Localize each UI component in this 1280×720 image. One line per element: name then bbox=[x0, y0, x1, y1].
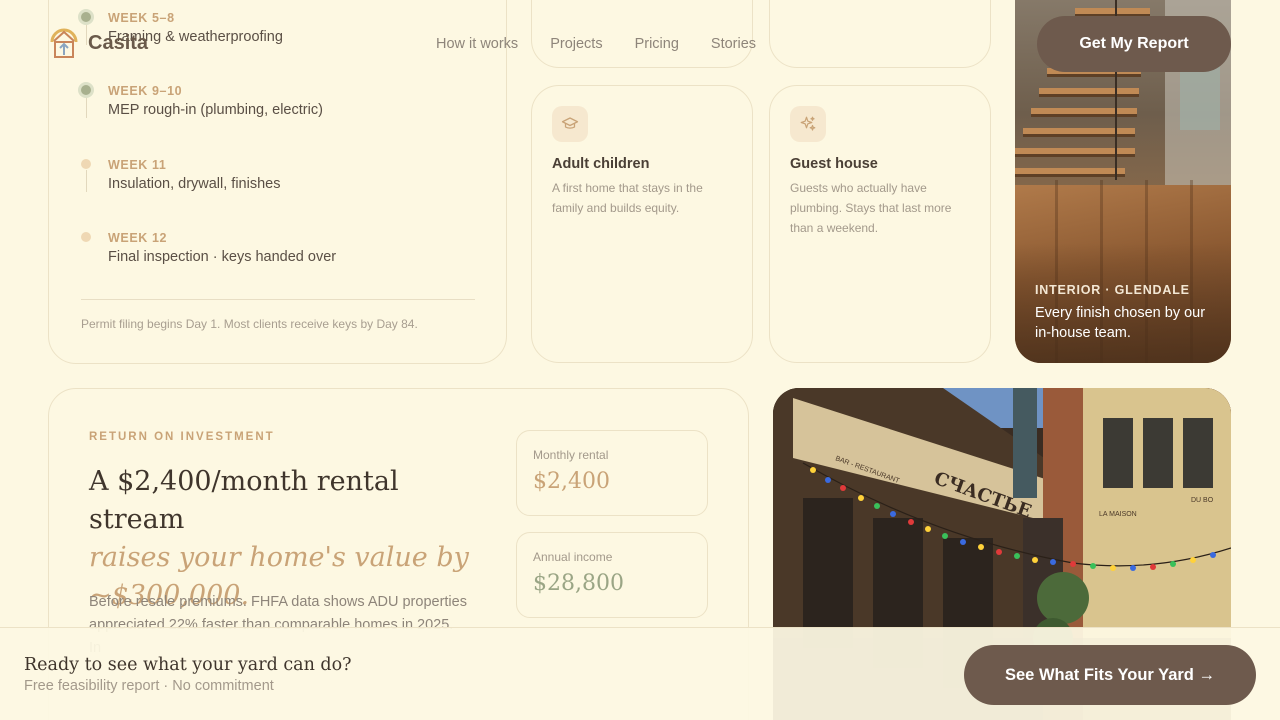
logo-icon bbox=[50, 28, 78, 58]
stat-monthly-rental: Monthly rental $2,400 bbox=[516, 430, 708, 516]
timeline-dot-icon bbox=[81, 159, 91, 169]
nav-link-stories[interactable]: Stories bbox=[711, 36, 756, 52]
brand-name: Casita bbox=[88, 31, 149, 54]
nav-link-projects[interactable]: Projects bbox=[550, 36, 602, 52]
nav-link-pricing[interactable]: Pricing bbox=[635, 36, 679, 52]
sticky-cta-bar: Ready to see what your yard can do? Free… bbox=[0, 627, 1280, 720]
timeline-week: WEEK 11 bbox=[108, 158, 167, 172]
use-case-description: A first home that stays in the family an… bbox=[552, 181, 703, 215]
use-case-card-top bbox=[531, 0, 753, 68]
roi-headline-plain: A $2,400/month rental stream bbox=[89, 466, 399, 535]
roi-eyebrow: RETURN ON INVESTMENT bbox=[89, 431, 275, 443]
timeline-connector bbox=[86, 170, 87, 192]
nav-link-how-it-works[interactable]: How it works bbox=[436, 36, 518, 52]
sticky-bar-subtitle: Free feasibility report · No commitment bbox=[24, 678, 274, 694]
get-my-report-button[interactable]: Get My Report bbox=[1037, 16, 1231, 72]
stat-annual-income: Annual income $28,800 bbox=[516, 532, 708, 618]
use-case-card: Adult children A first home that stays i… bbox=[531, 85, 753, 363]
timeline-dot-done-icon bbox=[81, 85, 91, 95]
use-case-card: Guest house Guests who actually have plu… bbox=[769, 85, 991, 363]
sparkles-icon bbox=[790, 106, 826, 142]
timeline-note: Permit filing begins Day 1. Most clients… bbox=[81, 317, 418, 331]
timeline-dot-icon bbox=[81, 232, 91, 242]
stat-value: $28,800 bbox=[533, 571, 624, 596]
main-nav: How it works Projects Pricing Stories bbox=[436, 36, 788, 52]
stat-label: Annual income bbox=[533, 550, 613, 564]
stat-label: Monthly rental bbox=[533, 448, 609, 462]
use-case-title: Guest house bbox=[790, 156, 878, 172]
use-case-description: Guests who actually have plumbing. Stays… bbox=[790, 181, 952, 235]
sign-la-maison: LA MAISON bbox=[1099, 511, 1137, 518]
sign-du-bo: DU BO bbox=[1191, 497, 1214, 504]
photo-caption: Every finish chosen by our in-house team… bbox=[1035, 305, 1206, 341]
logo[interactable]: Casita bbox=[50, 28, 148, 58]
timeline-week: WEEK 5–8 bbox=[108, 11, 175, 25]
sticky-bar-title: Ready to see what your yard can do? bbox=[24, 655, 352, 675]
use-case-title: Adult children bbox=[552, 156, 650, 172]
stat-value: $2,400 bbox=[533, 469, 610, 494]
graduation-cap-icon bbox=[552, 106, 588, 142]
timeline-week: WEEK 9–10 bbox=[108, 84, 183, 98]
timeline-connector bbox=[86, 96, 87, 118]
timeline-text: Final inspection · keys handed over bbox=[108, 249, 337, 265]
photo-tag: INTERIOR · GLENDALE bbox=[1035, 283, 1190, 297]
see-what-fits-button[interactable]: See What Fits Your Yard → bbox=[964, 645, 1256, 705]
timeline-dot-done-icon bbox=[81, 12, 91, 22]
timeline-text: MEP rough-in (plumbing, electric) bbox=[108, 102, 323, 118]
timeline-text: Insulation, drywall, finishes bbox=[108, 176, 281, 192]
timeline-week: WEEK 12 bbox=[108, 231, 168, 245]
divider bbox=[81, 299, 475, 300]
use-case-card-top bbox=[769, 0, 991, 68]
